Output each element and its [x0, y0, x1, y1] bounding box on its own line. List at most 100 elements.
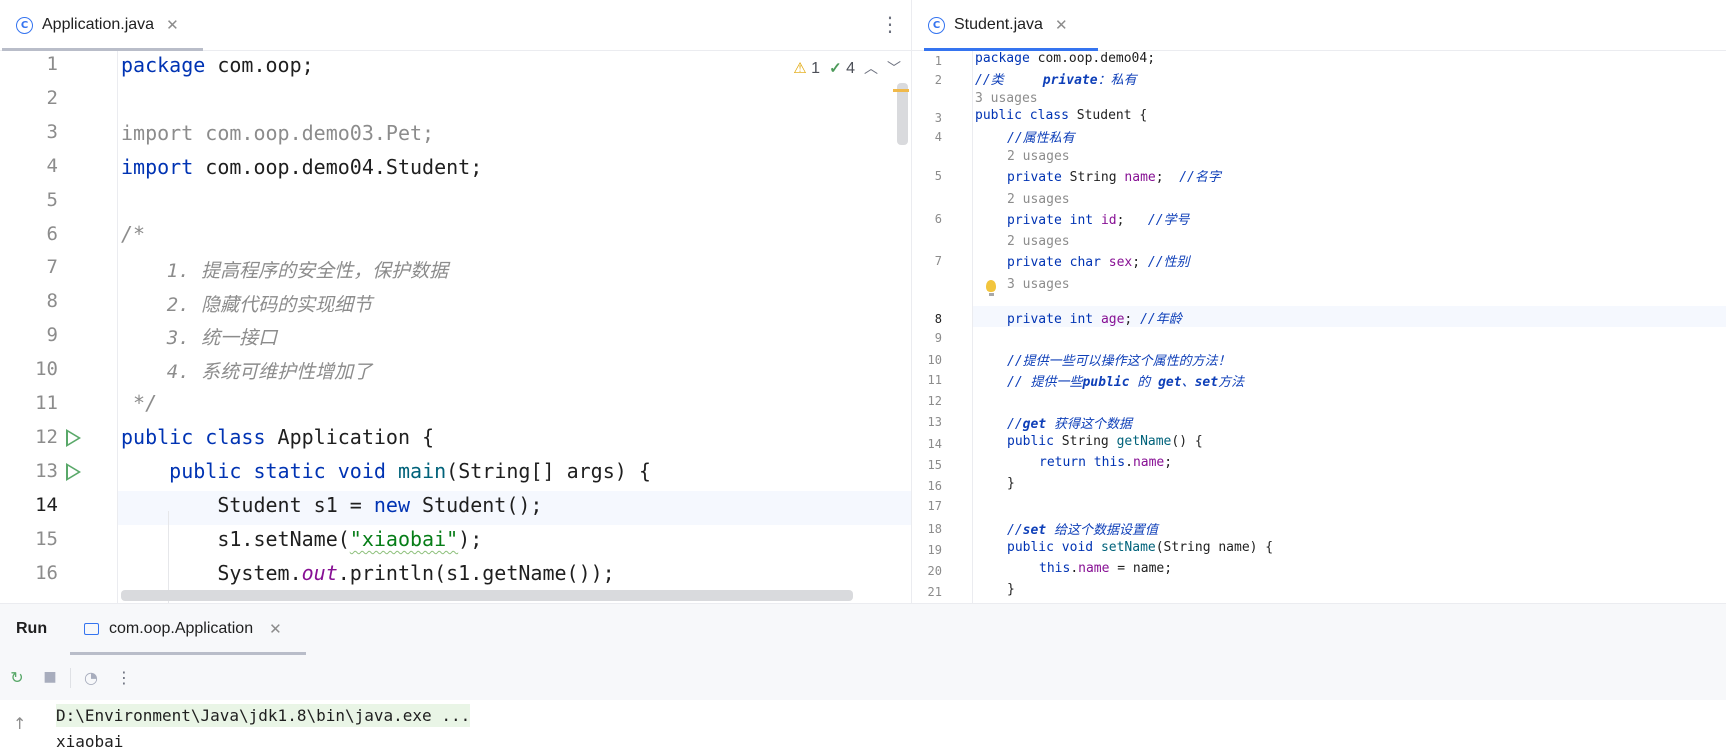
code-line-16: System.out.println(s1.getName());: [217, 561, 615, 585]
run-tabs: Run com.oop.Application ✕: [0, 604, 1726, 655]
lightbulb-icon[interactable]: [986, 280, 996, 296]
run-tool-window: Run com.oop.Application ✕ ↻ ■ ◔ ⋮ ↑ D:\E…: [0, 603, 1726, 752]
line-number: 6: [46, 222, 58, 245]
line-number: 13: [927, 415, 942, 429]
line-number: 5: [934, 169, 942, 183]
code-line-8: 2. 隐藏代码的实现细节: [121, 294, 373, 316]
code-line-16: }: [1007, 476, 1015, 491]
line-number: 16: [927, 479, 942, 493]
left-editor-pane: C Application.java ✕ ⋮ ⚠ 1 ✓ 4 ︿ ﹀ 12345…: [0, 0, 912, 603]
code-line-4: //属性私有: [1007, 131, 1075, 146]
arrow-up-icon[interactable]: ↑: [13, 714, 26, 733]
run-main-icon[interactable]: [66, 463, 81, 481]
code-line-21: }: [1007, 582, 1015, 597]
right-tab-bar: C Student.java ✕: [912, 0, 1726, 51]
line-number: 15: [927, 458, 942, 472]
code-line-18: //set 给这个数据设置值: [1007, 523, 1158, 538]
line-number: 8: [46, 290, 58, 313]
code-line-14: public String getName() {: [1007, 434, 1203, 449]
close-icon[interactable]: ✕: [1055, 16, 1068, 34]
code-line-10: //提供一些可以操作这个属性的方法！: [1007, 354, 1231, 369]
line-number: 17: [927, 499, 942, 513]
usage-hint[interactable]: 2 usages: [1007, 149, 1070, 164]
code-line-6: private int id; //学号: [1007, 213, 1190, 228]
code-line-3: public class Student {: [975, 108, 1148, 123]
tab-run-configuration[interactable]: com.oop.Application ✕: [84, 620, 282, 638]
line-number: 19: [927, 543, 942, 557]
line-number: 3: [934, 111, 942, 125]
line-number: 8: [934, 312, 942, 326]
code-line-13: //get 获得这个数据: [1007, 417, 1132, 432]
usage-hint[interactable]: 3 usages: [975, 91, 1038, 106]
run-class-icon[interactable]: [66, 429, 81, 447]
class-icon: C: [16, 16, 33, 34]
code-line-2: //类 private：私有: [975, 73, 1137, 88]
console-output[interactable]: ↑ D:\Environment\Java\jdk1.8\bin\java.ex…: [0, 700, 1726, 752]
line-number: 21: [927, 585, 942, 599]
run-title[interactable]: Run: [16, 620, 47, 638]
code-line-8: private int age; //年龄: [1007, 312, 1182, 327]
tab-application-java[interactable]: C Application.java ✕: [16, 0, 179, 50]
code-line-7: private char sex; //性别: [1007, 255, 1190, 270]
horizontal-scrollbar[interactable]: [121, 590, 853, 601]
warning-marker[interactable]: [893, 89, 909, 92]
close-icon[interactable]: ✕: [166, 16, 179, 34]
code-line-11: // 提供一些public 的 get、set方法: [1007, 375, 1245, 390]
line-number: 14: [927, 437, 942, 451]
console-gutter: ↑: [0, 700, 40, 752]
line-number: 15: [35, 527, 58, 550]
code-line-5: private String name; //名字: [1007, 170, 1221, 185]
application-icon: [84, 623, 99, 635]
tab-label: Student.java: [954, 16, 1043, 33]
line-number: 7: [934, 254, 942, 268]
line-number: 1: [46, 53, 58, 75]
line-number: 7: [46, 256, 58, 279]
code-line-11: */: [121, 391, 158, 415]
run-toolbar: ↻ ■ ◔ ⋮: [0, 655, 1726, 700]
right-editor-pane: C Student.java ✕ 1 2 3 4 5 6 7 8 9 10 11 12 13 14 15 16…: [912, 0, 1726, 603]
more-options-icon[interactable]: ⋮: [880, 12, 900, 36]
usage-hint[interactable]: 3 usages: [1007, 277, 1070, 292]
code-line-13: public static void main(String[] args) {: [169, 459, 651, 483]
code-editor-student[interactable]: 1 2 3 4 5 6 7 8 9 10 11 12 13 14 15 16 17 18 19 20 21 packag…: [912, 51, 1726, 603]
code-line-9: 3. 统一接口: [121, 327, 278, 349]
usage-hint[interactable]: 2 usages: [1007, 192, 1070, 207]
dump-threads-icon[interactable]: ◔: [80, 666, 102, 688]
line-number: 18: [927, 522, 942, 536]
line-number: 11: [35, 392, 58, 414]
code-line-10: 4. 系统可维护性增加了: [121, 361, 373, 383]
close-icon[interactable]: ✕: [269, 620, 282, 638]
line-number: 5: [46, 188, 58, 211]
line-number: 12: [35, 425, 58, 448]
line-number: 2: [46, 86, 58, 109]
line-number: 1: [934, 54, 942, 68]
line-number: 20: [927, 564, 942, 578]
line-number: 10: [35, 358, 58, 381]
line-number: 13: [35, 459, 58, 482]
tab-label: Application.java: [42, 16, 155, 33]
usage-hint[interactable]: 2 usages: [1007, 234, 1070, 249]
code-line-1: package com.oop;: [121, 53, 314, 77]
line-number: 12: [927, 394, 942, 408]
line-number: 10: [927, 353, 942, 367]
code-line-14: Student s1 = new Student();: [217, 493, 543, 517]
line-number: 2: [934, 73, 942, 87]
line-number: 14: [35, 493, 58, 516]
toolbar-separator: [70, 668, 71, 688]
code-line-6: /*: [121, 222, 146, 246]
run-config-label: com.oop.Application: [109, 620, 254, 637]
tab-student-java[interactable]: C Student.java ✕: [928, 0, 1068, 50]
line-number: 4: [46, 154, 58, 177]
more-options-icon[interactable]: ⋮: [113, 666, 135, 688]
class-icon: C: [928, 16, 945, 34]
line-number: 9: [46, 324, 58, 347]
rerun-icon[interactable]: ↻: [6, 666, 28, 688]
code-line-12: public class Application {: [121, 425, 435, 449]
line-number: 11: [927, 373, 942, 387]
code-line-20: this.name = name;: [1039, 561, 1173, 576]
code-editor-application[interactable]: 1 2 3 4 5 6 7 8 9 10 11 12 13 14 15 16 package com.oop;…: [0, 51, 911, 603]
code-line-15: return this.name;: [1039, 455, 1173, 470]
line-number: 6: [934, 212, 942, 226]
stop-icon[interactable]: ■: [39, 666, 61, 688]
vertical-scrollbar[interactable]: [897, 83, 908, 145]
